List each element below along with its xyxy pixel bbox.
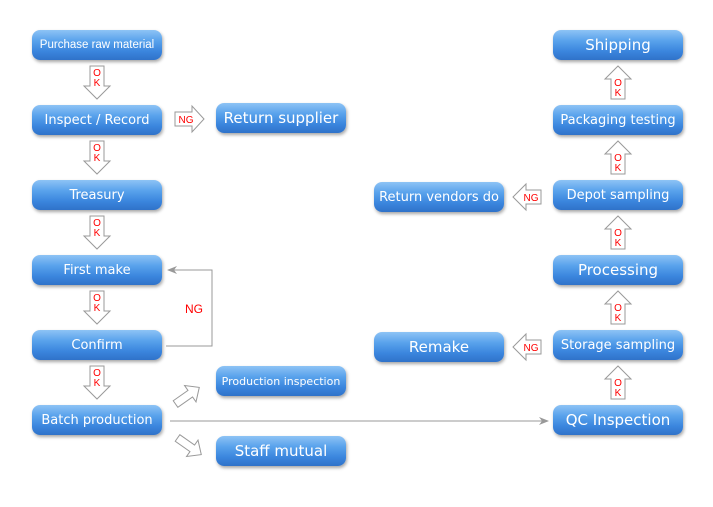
ng-arrow-left-icon: NG	[512, 182, 542, 212]
ng-loop-connector	[166, 266, 213, 347]
ok-label-o: O	[614, 303, 622, 314]
ok-label-k: K	[615, 313, 622, 324]
node-staff-mutual: Staff mutual	[216, 436, 346, 466]
ng-loop-label: NG	[185, 302, 203, 316]
ok-label-k: K	[94, 228, 101, 239]
ok-label-o: O	[93, 293, 101, 304]
ng-label: NG	[524, 343, 539, 354]
ok-label-o: O	[614, 153, 622, 164]
ok-label-o: O	[93, 218, 101, 229]
node-processing: Processing	[553, 255, 683, 285]
ok-arrow-down-icon: OK	[82, 65, 112, 100]
ok-label-k: K	[94, 78, 101, 89]
ok-label-o: O	[93, 368, 101, 379]
ok-label-k: K	[94, 303, 101, 314]
diagonal-arrow-down-right-icon	[174, 433, 202, 458]
ok-arrow-down-icon: OK	[82, 140, 112, 175]
node-qc-inspection: QC Inspection	[553, 405, 683, 435]
node-return-vendors-do: Return vendors do	[374, 182, 504, 212]
ok-label-k: K	[94, 153, 101, 164]
node-treasury: Treasury	[32, 180, 162, 210]
node-packaging-testing: Packaging testing	[553, 105, 683, 135]
node-first-make: First make	[32, 255, 162, 285]
ok-arrow-up-icon: OK	[603, 365, 633, 400]
node-confirm: Confirm	[32, 330, 162, 360]
ok-label-k: K	[615, 238, 622, 249]
ok-label-k: K	[615, 388, 622, 399]
node-production-inspection: Production inspection	[216, 366, 346, 396]
diagonal-arrow-up-right-icon	[172, 384, 200, 409]
node-remake: Remake	[374, 332, 504, 362]
ok-label-o: O	[614, 228, 622, 239]
ok-label-o: O	[614, 378, 622, 389]
ok-arrow-down-icon: OK	[82, 290, 112, 325]
ok-label-o: O	[93, 68, 101, 79]
ng-label: NG	[179, 115, 194, 126]
node-return-supplier: Return supplier	[216, 103, 346, 133]
ok-arrow-down-icon: OK	[82, 365, 112, 400]
ok-arrow-up-icon: OK	[603, 65, 633, 100]
ok-arrow-up-icon: OK	[603, 290, 633, 325]
ok-label-k: K	[94, 378, 101, 389]
node-inspect-record: Inspect / Record	[32, 105, 162, 135]
node-purchase-raw-material: Purchase raw material	[32, 30, 162, 60]
ok-arrow-down-icon: OK	[82, 215, 112, 250]
ok-label-k: K	[615, 163, 622, 174]
node-depot-sampling: Depot sampling	[553, 180, 683, 210]
ng-arrow-right-icon: NG	[174, 104, 205, 134]
node-shipping: Shipping	[553, 30, 683, 60]
node-batch-production: Batch production	[32, 405, 162, 435]
ok-arrow-up-icon: OK	[603, 140, 633, 175]
ok-arrow-up-icon: OK	[603, 215, 633, 250]
ng-arrow-left-icon: NG	[512, 332, 542, 362]
ok-label-o: O	[93, 143, 101, 154]
ok-label-o: O	[614, 78, 622, 89]
ng-label: NG	[524, 193, 539, 204]
ok-label-k: K	[615, 88, 622, 99]
node-storage-sampling: Storage sampling	[553, 330, 683, 360]
